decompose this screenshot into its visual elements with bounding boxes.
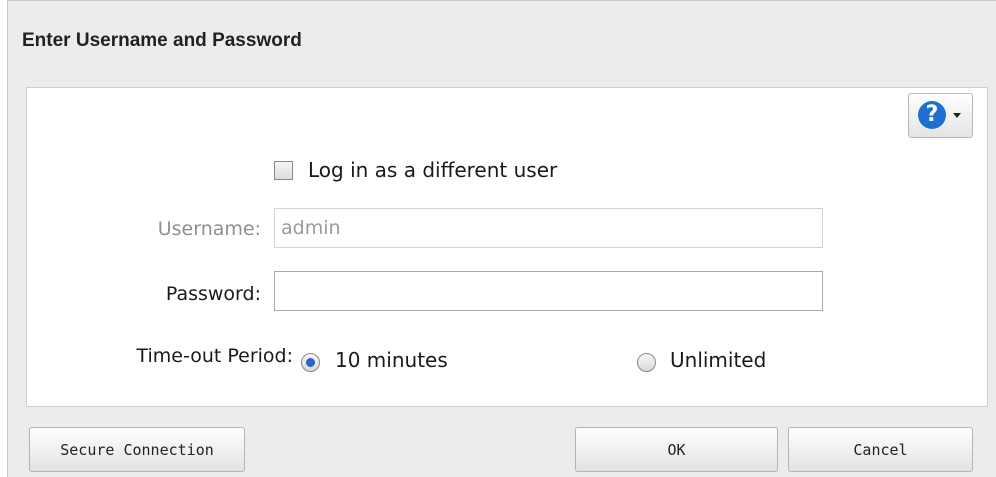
chevron-down-icon bbox=[953, 113, 961, 118]
ok-button[interactable]: OK bbox=[575, 427, 778, 472]
timeout-unlimited-label: Unlimited bbox=[670, 348, 767, 372]
different-user-label: Log in as a different user bbox=[308, 158, 558, 182]
dialog-title: Enter Username and Password bbox=[22, 30, 302, 51]
secure-connection-button[interactable]: Secure Connection bbox=[29, 427, 245, 472]
timeout-period-label: Time-out Period: bbox=[136, 345, 293, 367]
radio-selected-dot bbox=[306, 358, 315, 367]
help-menu-button[interactable]: ? bbox=[908, 93, 973, 138]
password-input[interactable] bbox=[274, 271, 823, 311]
username-label: Username: bbox=[157, 218, 261, 240]
timeout-10-minutes-label: 10 minutes bbox=[335, 348, 448, 372]
timeout-10-minutes-radio[interactable] bbox=[301, 353, 320, 372]
username-input[interactable] bbox=[274, 208, 823, 248]
password-label: Password: bbox=[165, 283, 261, 305]
cancel-button[interactable]: Cancel bbox=[788, 427, 973, 472]
help-icon: ? bbox=[918, 101, 946, 129]
timeout-unlimited-radio[interactable] bbox=[637, 353, 656, 372]
different-user-checkbox[interactable] bbox=[274, 161, 293, 180]
